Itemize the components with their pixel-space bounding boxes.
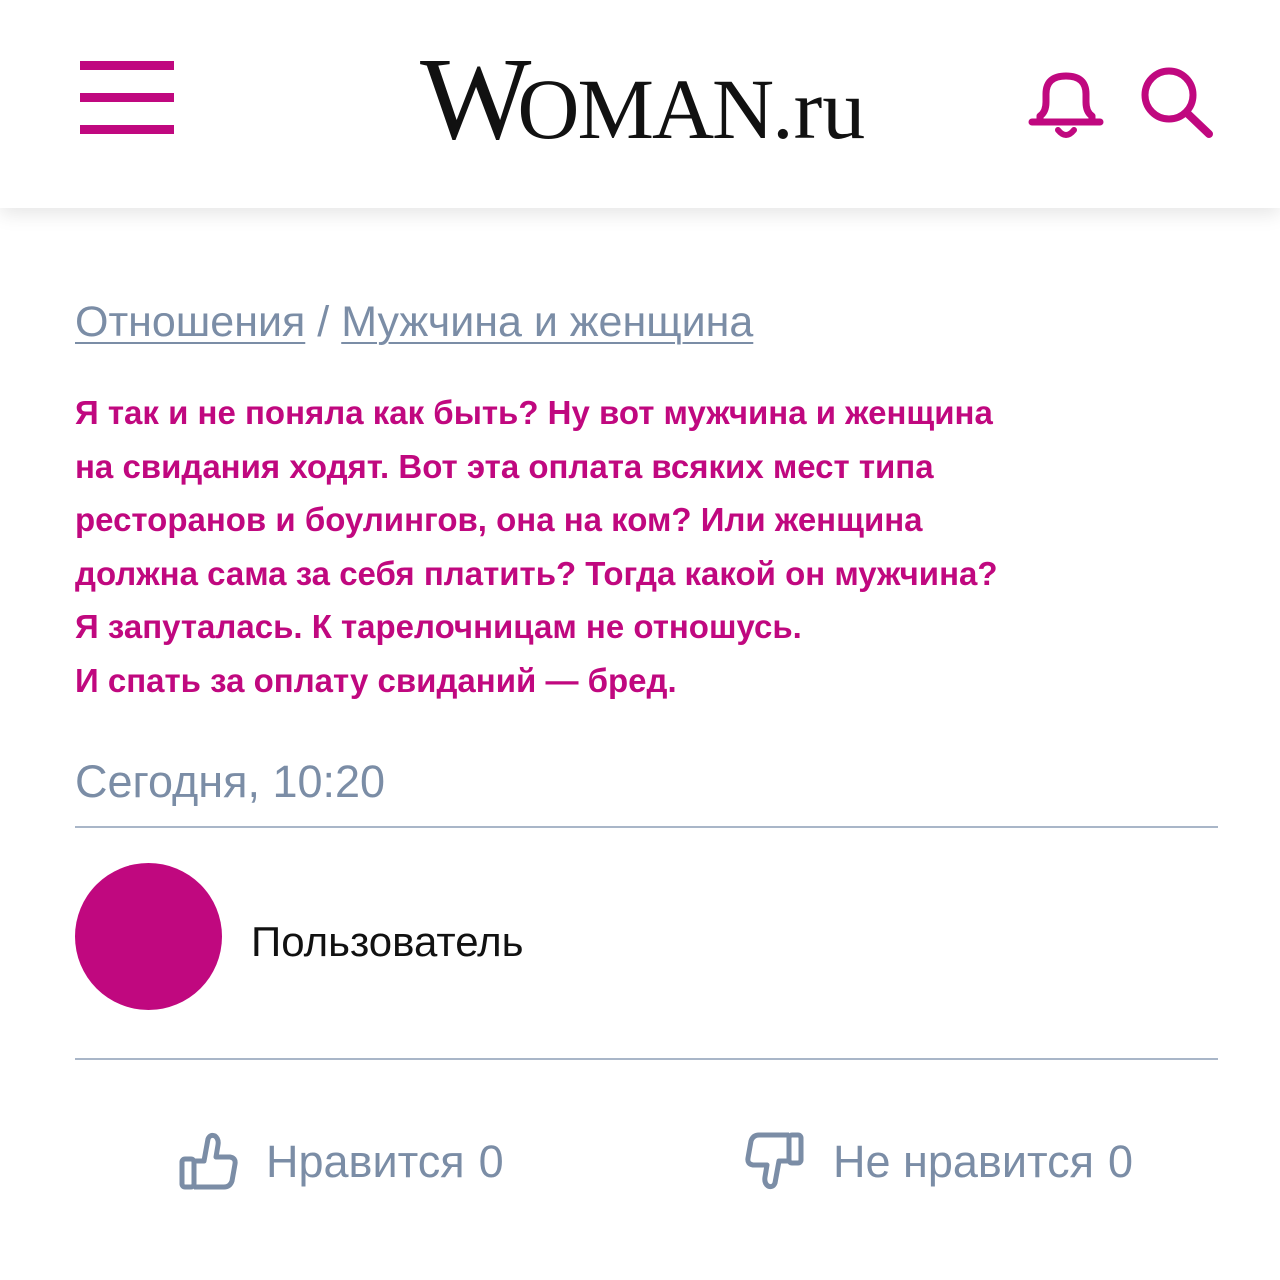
breadcrumb-link-relationships[interactable]: Отношения bbox=[75, 298, 305, 346]
like-count: 0 bbox=[478, 1136, 504, 1187]
breadcrumb-link-man-and-woman[interactable]: Мужчина и женщина bbox=[341, 298, 753, 346]
search-icon[interactable] bbox=[1138, 64, 1216, 140]
logo-suffix: .ru bbox=[772, 61, 866, 157]
author-name[interactable]: Пользователь bbox=[251, 918, 524, 966]
divider bbox=[75, 1058, 1218, 1060]
logo-letter-w: W bbox=[420, 33, 531, 164]
avatar[interactable] bbox=[75, 863, 222, 1010]
like-button[interactable]: Нравится 0 bbox=[178, 1124, 504, 1200]
logo-name: OMAN bbox=[517, 61, 774, 157]
dislike-button[interactable]: Не нравится 0 bbox=[741, 1124, 1133, 1200]
menu-line bbox=[80, 61, 174, 70]
breadcrumb-separator: / bbox=[317, 298, 330, 346]
menu-line bbox=[80, 125, 174, 134]
post-date: Сегодня, 10:20 bbox=[75, 756, 386, 807]
thumbs-down-icon bbox=[745, 1132, 804, 1190]
bell-icon[interactable] bbox=[1026, 64, 1106, 144]
like-label: Нравится bbox=[266, 1136, 465, 1187]
dislike-label: Не нравится bbox=[833, 1136, 1094, 1187]
menu-line bbox=[80, 93, 174, 102]
dislike-count: 0 bbox=[1107, 1136, 1133, 1187]
breadcrumb: Отношения / Мужчина и женщина bbox=[75, 298, 753, 347]
site-logo[interactable]: WOMAN.ru bbox=[420, 40, 865, 158]
hamburger-menu-icon[interactable] bbox=[80, 58, 174, 136]
site-header: WOMAN.ru bbox=[0, 0, 1280, 208]
divider bbox=[75, 826, 1218, 828]
thumbs-up-icon bbox=[179, 1132, 238, 1190]
post-text: Я так и не поняла как быть? Ну вот мужчи… bbox=[75, 394, 998, 699]
